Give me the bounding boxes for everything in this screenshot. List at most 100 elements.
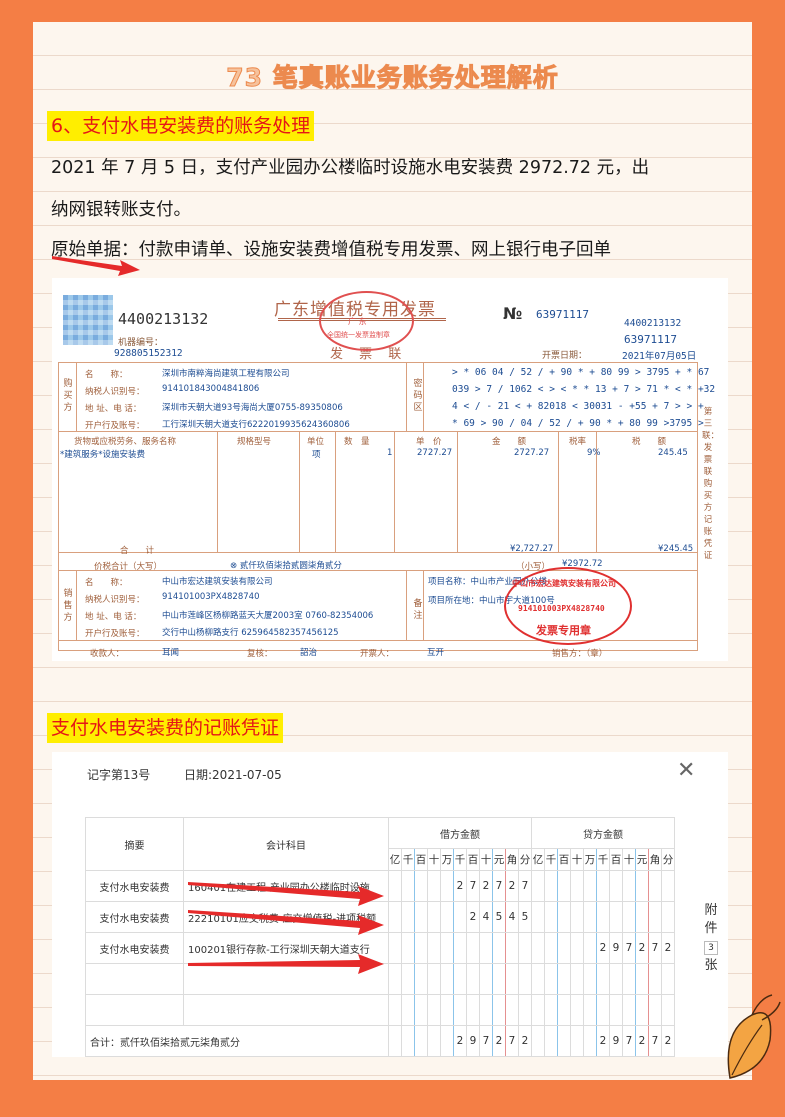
credit-digit[interactable] [583,932,597,964]
debit-digit[interactable] [518,994,532,1026]
debit-digit[interactable]: 2 [479,870,493,902]
debit-digit[interactable] [388,901,402,933]
credit-digit[interactable]: 7 [622,932,636,964]
debit-digit[interactable] [427,963,441,995]
debit-digit[interactable] [401,994,415,1026]
debit-digit[interactable]: 2 [466,901,480,933]
debit-digit[interactable] [388,932,402,964]
debit-digit[interactable] [401,963,415,995]
debit-digit[interactable] [466,994,480,1026]
credit-digit[interactable] [596,901,610,933]
credit-digit[interactable] [557,901,571,933]
credit-digit[interactable] [648,870,662,902]
row-summary[interactable]: 支付水电安装费 [85,932,184,964]
debit-digit[interactable] [505,994,519,1026]
credit-digit[interactable] [596,870,610,902]
debit-digit[interactable] [518,932,532,964]
credit-digit[interactable] [596,963,610,995]
row-summary[interactable] [85,994,184,1026]
debit-digit[interactable] [440,932,454,964]
debit-digit[interactable] [401,932,415,964]
debit-digit[interactable] [388,963,402,995]
debit-digit[interactable]: 2 [453,870,467,902]
debit-digit[interactable] [492,932,506,964]
debit-digit[interactable] [440,870,454,902]
credit-digit[interactable] [622,870,636,902]
debit-digit[interactable] [414,994,428,1026]
credit-digit[interactable] [622,901,636,933]
debit-digit[interactable] [492,963,506,995]
debit-digit[interactable] [492,994,506,1026]
credit-digit[interactable] [531,994,545,1026]
debit-digit[interactable] [453,901,467,933]
credit-digit[interactable] [570,963,584,995]
credit-digit[interactable] [583,994,597,1026]
debit-digit[interactable] [479,932,493,964]
credit-digit[interactable] [544,994,558,1026]
credit-digit[interactable] [596,994,610,1026]
credit-digit[interactable] [648,901,662,933]
debit-digit[interactable]: 4 [479,901,493,933]
credit-digit[interactable] [531,963,545,995]
credit-digit[interactable] [570,870,584,902]
row-summary[interactable] [85,963,184,995]
credit-digit[interactable] [635,901,649,933]
credit-digit[interactable] [622,963,636,995]
debit-digit[interactable]: 4 [505,901,519,933]
credit-digit[interactable] [648,963,662,995]
credit-digit[interactable] [544,932,558,964]
debit-digit[interactable] [427,994,441,1026]
credit-digit[interactable] [557,870,571,902]
credit-digit[interactable]: 2 [635,932,649,964]
credit-digit[interactable]: 2 [661,932,675,964]
debit-digit[interactable]: 5 [518,901,532,933]
debit-digit[interactable] [401,901,415,933]
credit-digit[interactable] [661,963,675,995]
row-summary[interactable]: 支付水电安装费 [85,901,184,933]
debit-digit[interactable] [427,932,441,964]
credit-digit[interactable] [557,963,571,995]
debit-digit[interactable] [518,963,532,995]
credit-digit[interactable] [609,963,623,995]
credit-digit[interactable] [583,870,597,902]
debit-digit[interactable]: 7 [492,870,506,902]
credit-digit[interactable] [635,963,649,995]
debit-digit[interactable] [401,870,415,902]
debit-digit[interactable] [479,963,493,995]
credit-digit[interactable] [635,994,649,1026]
debit-digit[interactable] [388,870,402,902]
debit-digit[interactable]: 7 [466,870,480,902]
credit-digit[interactable] [661,870,675,902]
credit-digit[interactable] [635,870,649,902]
credit-digit[interactable] [583,963,597,995]
credit-digit[interactable] [609,870,623,902]
credit-digit[interactable] [557,994,571,1026]
debit-digit[interactable]: 5 [492,901,506,933]
credit-digit[interactable] [531,932,545,964]
debit-digit[interactable] [479,994,493,1026]
credit-digit[interactable] [570,994,584,1026]
credit-digit[interactable] [622,994,636,1026]
credit-digit[interactable]: 7 [648,932,662,964]
debit-digit[interactable]: 2 [505,870,519,902]
debit-digit[interactable] [440,994,454,1026]
debit-digit[interactable] [505,932,519,964]
credit-digit[interactable] [544,963,558,995]
credit-digit[interactable] [570,932,584,964]
credit-digit[interactable] [544,901,558,933]
debit-digit[interactable] [427,901,441,933]
credit-digit[interactable] [557,932,571,964]
debit-digit[interactable] [453,994,467,1026]
debit-digit[interactable] [427,870,441,902]
debit-digit[interactable] [414,870,428,902]
credit-digit[interactable] [531,870,545,902]
credit-digit[interactable] [609,994,623,1026]
attach-count-input[interactable]: 3 [704,941,718,955]
credit-digit[interactable] [531,901,545,933]
debit-digit[interactable] [466,932,480,964]
debit-digit[interactable] [388,994,402,1026]
credit-digit[interactable]: 9 [609,932,623,964]
debit-digit[interactable] [466,963,480,995]
credit-digit[interactable]: 2 [596,932,610,964]
debit-digit[interactable] [414,901,428,933]
